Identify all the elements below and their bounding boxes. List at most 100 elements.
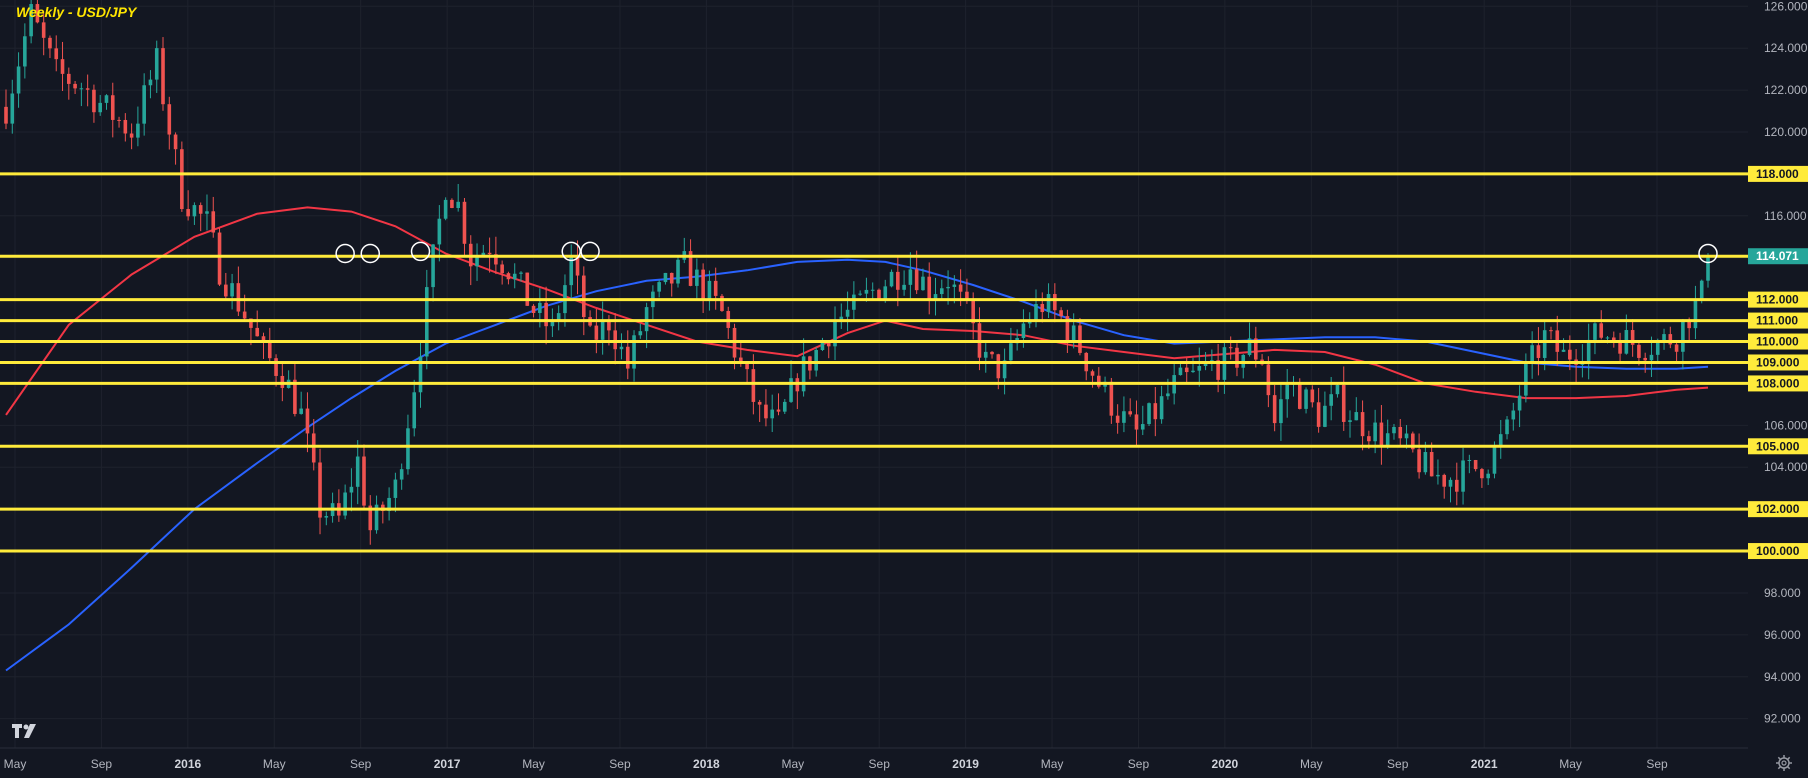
candle-body[interactable] [814,350,818,371]
candle-body[interactable] [896,271,900,290]
candle-body[interactable] [406,428,410,470]
candle-body[interactable] [1329,394,1333,406]
candle-body[interactable] [1643,357,1647,361]
candle-body[interactable] [1297,383,1302,409]
candle-body[interactable] [1109,381,1114,416]
candle-body[interactable] [1442,474,1447,487]
candle-body[interactable] [1166,393,1170,397]
candle-body[interactable] [299,408,303,414]
candle-body[interactable] [355,456,360,487]
candle-body[interactable] [1090,371,1095,376]
candle-body[interactable] [820,342,825,351]
candle-body[interactable] [1611,337,1616,341]
candle-body[interactable] [1461,460,1465,492]
candle-body[interactable] [224,284,228,297]
candle-body[interactable] [1335,384,1340,395]
candle-body[interactable] [324,516,329,518]
candle-body[interactable] [1235,347,1239,368]
candle-body[interactable] [48,37,52,49]
candle-body[interactable] [1009,343,1013,361]
candle-body[interactable] [1071,325,1076,342]
candle-body[interactable] [1429,452,1434,477]
candle-body[interactable] [305,408,310,434]
candle-body[interactable] [255,327,260,337]
candle-body[interactable] [782,401,787,412]
candle-body[interactable] [1655,341,1660,355]
candle-body[interactable] [1279,399,1283,424]
candle-body[interactable] [1053,294,1057,311]
candle-body[interactable] [914,269,919,291]
candle-body[interactable] [110,95,115,120]
candle-body[interactable] [1498,434,1503,446]
candle-body[interactable] [764,404,768,419]
candle-body[interactable] [1379,422,1384,446]
candle-body[interactable] [79,88,84,90]
candle-body[interactable] [104,95,109,103]
candle-body[interactable] [1505,419,1509,435]
candle-body[interactable] [883,286,888,300]
candle-body[interactable] [1454,479,1459,492]
candle-body[interactable] [92,89,96,113]
candle-body[interactable] [1593,323,1597,340]
candle-body[interactable] [519,272,523,274]
candle-body[interactable] [1191,370,1195,373]
candle-body[interactable] [1492,445,1497,474]
candle-body[interactable] [512,273,517,280]
candle-body[interactable] [437,218,442,245]
candle-body[interactable] [965,291,969,299]
candle-body[interactable] [1316,402,1321,427]
candle-body[interactable] [1699,280,1704,299]
candle-body[interactable] [1140,424,1145,430]
candle-body[interactable] [1367,436,1371,442]
candle-body[interactable] [1310,389,1315,403]
candle-body[interactable] [1266,364,1271,396]
candle-body[interactable] [1681,319,1685,352]
candle-body[interactable] [54,48,59,60]
candle-body[interactable] [1078,325,1082,353]
candle-body[interactable] [217,232,222,285]
candle-body[interactable] [858,293,862,295]
candle-body[interactable] [506,273,511,280]
candle-body[interactable] [1341,384,1346,422]
candle-body[interactable] [142,85,146,124]
candle-body[interactable] [1046,294,1051,313]
candle-body[interactable] [343,492,347,516]
candle-body[interactable] [1184,367,1189,373]
candle-body[interactable] [274,358,278,376]
candle-body[interactable] [1536,345,1541,358]
candle-body[interactable] [902,284,906,290]
candle-body[interactable] [921,276,925,291]
candle-body[interactable] [852,294,856,310]
candle-body[interactable] [154,48,159,80]
candle-body[interactable] [1021,323,1026,339]
candle-body[interactable] [10,93,15,124]
candle-body[interactable] [695,269,699,286]
candle-body[interactable] [877,289,881,300]
candle-body[interactable] [619,346,624,350]
candle-body[interactable] [148,79,153,86]
candle-body[interactable] [600,319,605,340]
candle-body[interactable] [1178,367,1183,376]
candle-body[interactable] [192,205,197,217]
candle-body[interactable] [349,486,354,493]
candle-body[interactable] [770,409,775,419]
candle-body[interactable] [1599,323,1604,338]
candle-body[interactable] [701,269,705,300]
candle-body[interactable] [751,369,756,402]
candle-body[interactable] [1542,330,1547,358]
candle-body[interactable] [1586,339,1591,363]
candle-body[interactable] [487,252,492,255]
candle-body[interactable] [845,309,850,317]
candle-body[interactable] [983,351,988,358]
candle-body[interactable] [1467,459,1472,461]
chart-svg[interactable]: 126.000 124.000 122.000 120.000 118.000 116.0… [0,0,1808,778]
candle-body[interactable] [1530,345,1534,362]
candle-body[interactable] [450,199,454,208]
candle-body[interactable] [123,119,128,134]
candle-body[interactable] [362,456,366,506]
candle-body[interactable] [161,48,165,105]
candle-body[interactable] [180,149,184,210]
candle-body[interactable] [1153,403,1158,420]
candle-body[interactable] [1637,344,1641,358]
candle-body[interactable] [1517,395,1522,411]
